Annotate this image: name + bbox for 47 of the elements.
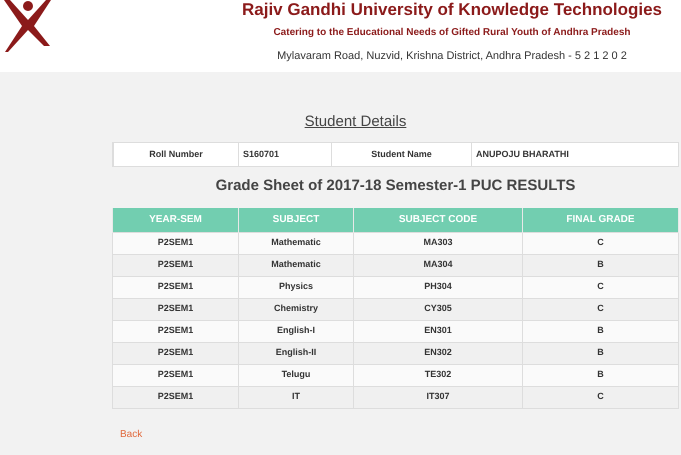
table-cell: English-II <box>238 342 354 364</box>
table-cell: B <box>522 254 678 276</box>
tagline: Catering to the Educational Needs of Gifted Rural Youth of Andhra Pradesh <box>273 26 631 40</box>
column-header: SUBJECT <box>238 208 354 232</box>
table-cell: MA304 <box>354 254 522 276</box>
table-cell: P2SEM1 <box>112 342 238 364</box>
table-cell: P2SEM1 <box>112 364 238 386</box>
table-cell: Physics <box>238 276 354 298</box>
table-cell: Mathematic <box>238 254 354 276</box>
table-cell: English-I <box>238 320 354 342</box>
table-cell: IT <box>238 386 354 408</box>
label-cell: Roll Number <box>113 143 238 166</box>
table-cell: B <box>522 342 678 364</box>
table-cell: Mathematic <box>238 232 354 254</box>
logo-icon <box>2 0 52 52</box>
table-cell: MA303 <box>354 232 522 254</box>
table-cell: P2SEM1 <box>112 254 238 276</box>
table-cell: P2SEM1 <box>112 386 238 408</box>
table-cell: P2SEM1 <box>112 232 238 254</box>
table-cell: C <box>522 232 678 254</box>
table-cell: C <box>522 386 678 408</box>
table-cell: P2SEM1 <box>112 320 238 342</box>
back-link[interactable]: Back <box>120 428 142 440</box>
table-cell: TE302 <box>354 364 522 386</box>
table-cell: PH304 <box>354 276 522 298</box>
table-cell: P2SEM1 <box>112 298 238 320</box>
table-cell: EN301 <box>354 320 522 342</box>
column-header: YEAR-SEM <box>112 208 238 232</box>
table-cell: Chemistry <box>238 298 354 320</box>
table-cell: C <box>522 298 678 320</box>
value-cell: S160701 <box>238 143 331 166</box>
table-cell: CY305 <box>354 298 522 320</box>
table-cell: B <box>522 364 678 386</box>
table-cell: Telugu <box>238 364 354 386</box>
value-cell: ANUPOJU BHARATHI <box>471 143 680 166</box>
table-cell: B <box>522 320 678 342</box>
table-cell: IT307 <box>354 386 522 408</box>
label-cell: Student Name <box>331 143 471 166</box>
table-cell: P2SEM1 <box>112 276 238 298</box>
address: Mylavaram Road, Nuzvid, Krishna District, Andhra Pradesh - 5 2 1 2 0 2 <box>277 49 627 64</box>
column-header: SUBJECT CODE <box>354 208 522 232</box>
university-title: Rajiv Gandhi University of Knowledge Technologies <box>242 0 662 20</box>
table-cell: EN302 <box>354 342 522 364</box>
grade-sheet-title: Grade Sheet of 2017-18 Semester-1 PUC RESULTS <box>216 177 576 195</box>
table-cell: C <box>522 276 678 298</box>
section-heading: Student Details <box>304 113 406 131</box>
column-header: FINAL GRADE <box>522 208 678 232</box>
